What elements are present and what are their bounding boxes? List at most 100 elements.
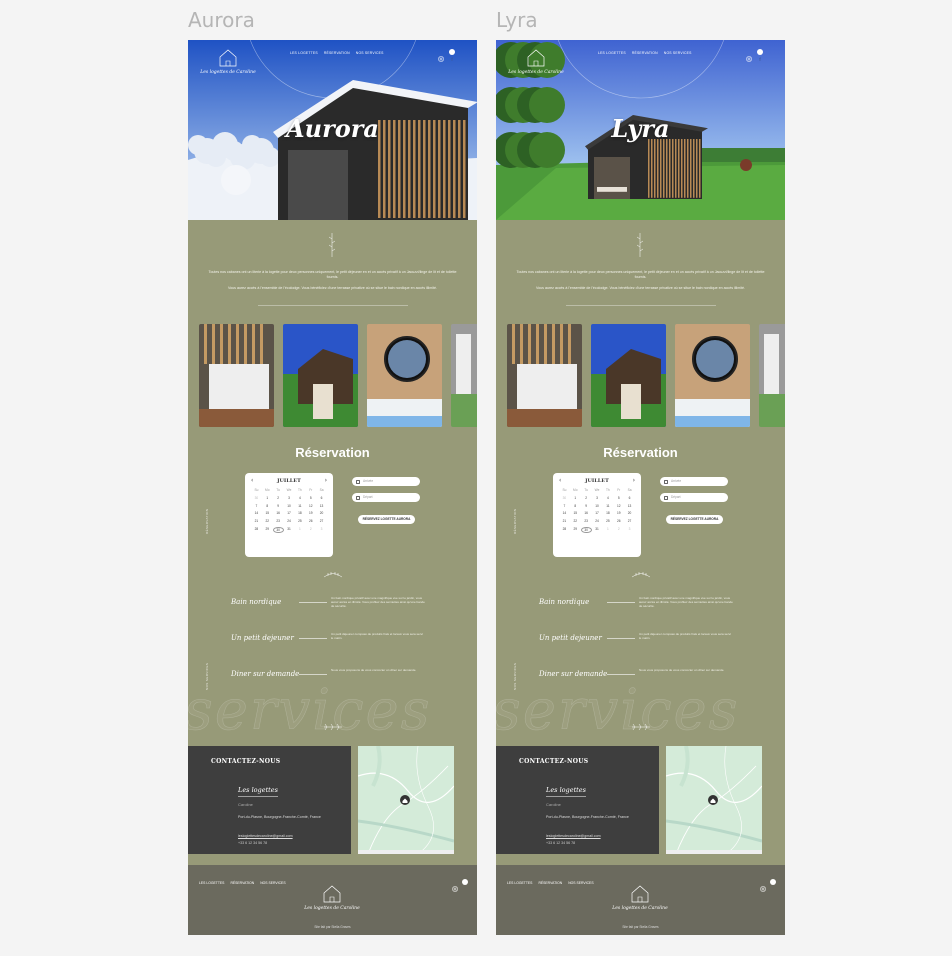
- departure-date-input[interactable]: Départ: [660, 493, 728, 502]
- instagram-icon[interactable]: [452, 879, 458, 892]
- nav-link[interactable]: NOS SERVICES: [356, 51, 384, 55]
- nav-link[interactable]: NOS SERVICES: [664, 51, 692, 55]
- gallery-photo[interactable]: [451, 324, 477, 427]
- calendar-day[interactable]: 18: [294, 511, 305, 515]
- calendar-day[interactable]: 1: [570, 496, 581, 500]
- calendar-day[interactable]: 5: [305, 496, 316, 500]
- footer-link[interactable]: LES LOGETTES: [199, 881, 224, 885]
- calendar-day[interactable]: 22: [262, 519, 273, 523]
- calendar-day[interactable]: 12: [613, 504, 624, 508]
- calendar-day[interactable]: 2: [613, 527, 624, 533]
- instagram-icon[interactable]: [438, 49, 444, 62]
- calendar-day[interactable]: 29: [570, 527, 581, 533]
- nav-link[interactable]: LES LOGETTES: [290, 51, 318, 55]
- gallery-photo[interactable]: [675, 324, 750, 427]
- calendar-day[interactable]: 27: [316, 519, 327, 523]
- calendar-day[interactable]: 12: [305, 504, 316, 508]
- calendar-day[interactable]: 24: [284, 519, 295, 523]
- calendar-day[interactable]: 1: [602, 527, 613, 533]
- contact-phone[interactable]: +33 6 12 34 56 78: [238, 841, 267, 845]
- nav-link[interactable]: LES LOGETTES: [598, 51, 626, 55]
- calendar-day[interactable]: 24: [592, 519, 603, 523]
- calendar-day[interactable]: 18: [602, 511, 613, 515]
- calendar-day[interactable]: 30: [559, 496, 570, 500]
- calendar-day[interactable]: 28: [559, 527, 570, 533]
- calendar-day[interactable]: 4: [294, 496, 305, 500]
- contact-phone[interactable]: +33 6 12 34 56 78: [546, 841, 575, 845]
- calendar-day[interactable]: 11: [602, 504, 613, 508]
- gallery-photo[interactable]: [367, 324, 442, 427]
- footer-link[interactable]: RÉSERVATION: [538, 881, 562, 885]
- instagram-icon[interactable]: [746, 49, 752, 62]
- calendar-day[interactable]: 6: [316, 496, 327, 500]
- photo-gallery[interactable]: [199, 324, 477, 427]
- calendar-day[interactable]: 28: [251, 527, 262, 533]
- calendar-day[interactable]: 3: [592, 496, 603, 500]
- calendar-day[interactable]: 7: [559, 504, 570, 508]
- gallery-photo[interactable]: [591, 324, 666, 427]
- calendar-day[interactable]: 9: [273, 504, 284, 508]
- contact-email-link[interactable]: lesloglettesdecaroline@gmail.com: [238, 834, 293, 838]
- calendar-day[interactable]: 1: [262, 496, 273, 500]
- calendar-day[interactable]: 20: [316, 511, 327, 515]
- calendar-day[interactable]: 14: [251, 511, 262, 515]
- calendar-day[interactable]: 27: [624, 519, 635, 523]
- footer-link[interactable]: RÉSERVATION: [230, 881, 254, 885]
- next-month-icon[interactable]: ›: [325, 477, 327, 484]
- footer-link[interactable]: LES LOGETTES: [507, 881, 532, 885]
- calendar-day[interactable]: 10: [592, 504, 603, 508]
- calendar-day[interactable]: 7: [251, 504, 262, 508]
- calendar-day[interactable]: 17: [284, 511, 295, 515]
- calendar-day[interactable]: 19: [305, 511, 316, 515]
- calendar-day[interactable]: 31: [592, 527, 603, 533]
- calendar-day[interactable]: 4: [602, 496, 613, 500]
- footer-link[interactable]: NOS SERVICES: [568, 881, 593, 885]
- facebook-icon[interactable]: f: [757, 49, 763, 62]
- calendar-day[interactable]: 8: [570, 504, 581, 508]
- contact-email-link[interactable]: lesloglettesdecaroline@gmail.com: [546, 834, 601, 838]
- calendar-day[interactable]: 20: [624, 511, 635, 515]
- calendar-day[interactable]: 13: [624, 504, 635, 508]
- location-map[interactable]: [358, 746, 454, 854]
- arrival-date-input[interactable]: Arrivée: [660, 477, 728, 486]
- footer-link[interactable]: NOS SERVICES: [260, 881, 285, 885]
- calendar-day[interactable]: 1: [294, 527, 305, 533]
- facebook-icon[interactable]: f: [770, 879, 776, 892]
- calendar-day[interactable]: 26: [305, 519, 316, 523]
- footer-logo[interactable]: Les logettes de Caroline: [302, 882, 362, 914]
- calendar-day[interactable]: 21: [251, 519, 262, 523]
- calendar-day[interactable]: 30: [251, 496, 262, 500]
- calendar-day[interactable]: 25: [602, 519, 613, 523]
- calendar-day[interactable]: 3: [316, 527, 327, 533]
- calendar-day[interactable]: 2: [305, 527, 316, 533]
- photo-gallery[interactable]: [507, 324, 785, 427]
- calendar-day[interactable]: 10: [284, 504, 295, 508]
- calendar-day[interactable]: 9: [581, 504, 592, 508]
- location-map[interactable]: [666, 746, 762, 854]
- gallery-photo[interactable]: [507, 324, 582, 427]
- calendar-day[interactable]: 29: [262, 527, 273, 533]
- calendar-day[interactable]: 23: [581, 519, 592, 523]
- calendar-day[interactable]: 3: [284, 496, 295, 500]
- calendar-day[interactable]: 11: [294, 504, 305, 508]
- departure-date-input[interactable]: Départ: [352, 493, 420, 502]
- next-month-icon[interactable]: ›: [633, 477, 635, 484]
- calendar-day[interactable]: 30: [272, 526, 284, 534]
- calendar-day[interactable]: 14: [559, 511, 570, 515]
- calendar-day[interactable]: 5: [613, 496, 624, 500]
- gallery-photo[interactable]: [199, 324, 274, 427]
- calendar-day[interactable]: 21: [559, 519, 570, 523]
- calendar-day[interactable]: 23: [273, 519, 284, 523]
- calendar-day[interactable]: 31: [284, 527, 295, 533]
- calendar-day[interactable]: 6: [624, 496, 635, 500]
- calendar-day[interactable]: 3: [624, 527, 635, 533]
- calendar-day[interactable]: 16: [273, 511, 284, 515]
- calendar[interactable]: ‹ JUILLET › Su Mo Tu We Th Fr Sa 30 1 2 3 4 5 6 7 8 9 10 1…: [245, 473, 333, 557]
- calendar-day[interactable]: 8: [262, 504, 273, 508]
- calendar-day[interactable]: 17: [592, 511, 603, 515]
- arrival-date-input[interactable]: Arrivée: [352, 477, 420, 486]
- calendar-day[interactable]: 26: [613, 519, 624, 523]
- prev-month-icon[interactable]: ‹: [251, 477, 253, 484]
- gallery-photo[interactable]: [283, 324, 358, 427]
- prev-month-icon[interactable]: ‹: [559, 477, 561, 484]
